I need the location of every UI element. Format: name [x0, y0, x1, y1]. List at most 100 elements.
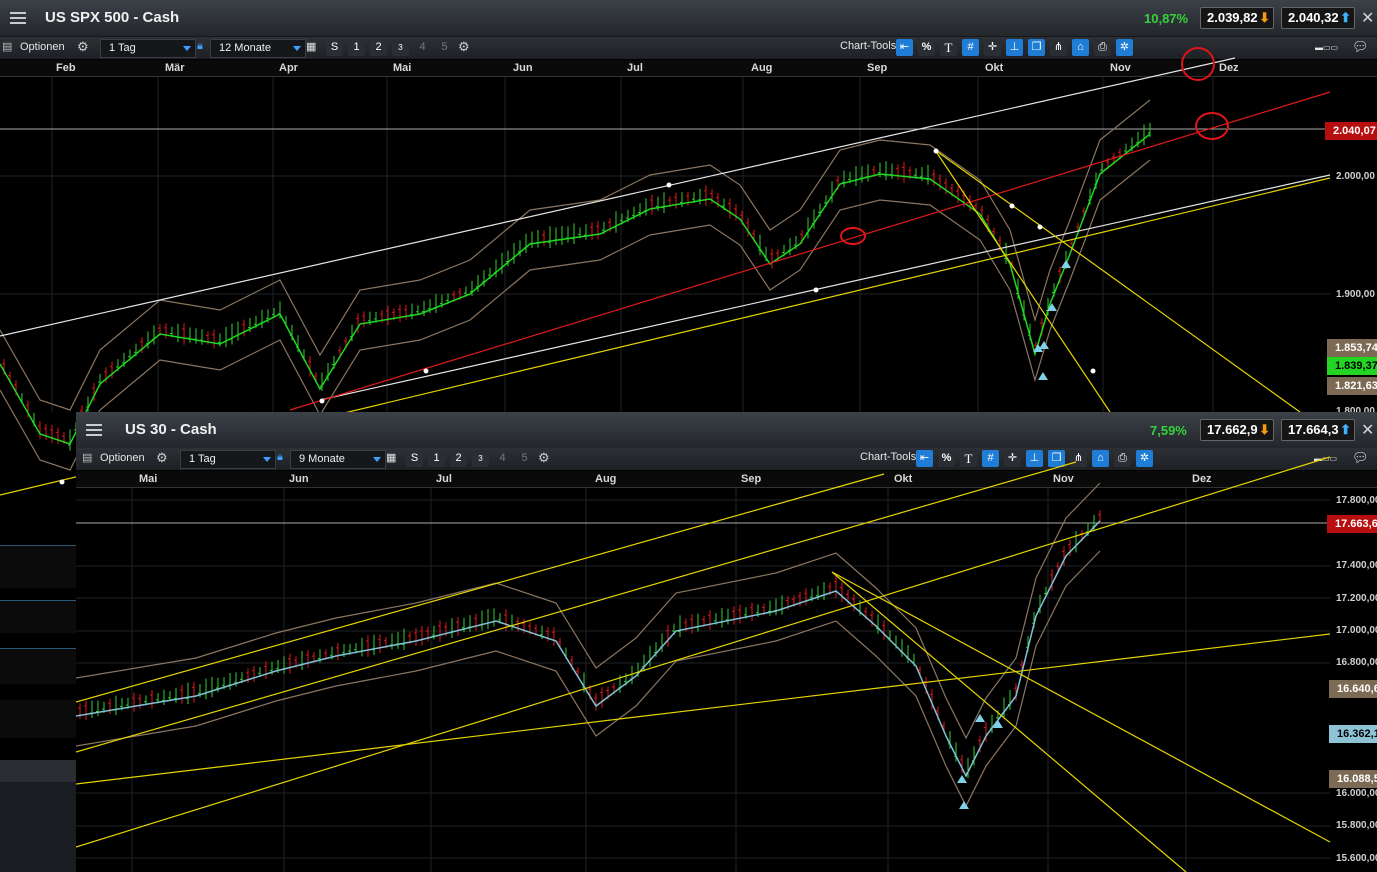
indicator-icon[interactable]: ⋔	[1050, 39, 1067, 56]
gear-icon[interactable]: ⚙	[156, 451, 170, 465]
minimize-icon[interactable]: ▬▭▭	[1314, 454, 1337, 463]
gear-icon[interactable]: ⚙	[458, 40, 472, 54]
layout-s-button[interactable]: S	[406, 450, 423, 467]
spx-current-price-tag: 2.040,07	[1325, 122, 1377, 140]
indicator-icon[interactable]: ⋔	[1070, 450, 1087, 467]
grid-icon[interactable]: #	[962, 39, 979, 56]
chevron-down-icon	[263, 457, 271, 462]
print-icon[interactable]: ⎙	[1094, 39, 1111, 56]
lock-icon[interactable]: 🔒︎	[197, 40, 203, 53]
layout-4-button[interactable]: 4	[494, 450, 511, 467]
bollinger-band-line	[76, 550, 1101, 808]
print-icon[interactable]: ⎙	[1114, 450, 1131, 467]
layout-3-button[interactable]: 3	[392, 39, 409, 56]
layout-2-button[interactable]: 2	[450, 450, 467, 467]
minimize-icon[interactable]: ▬▭▭	[1315, 43, 1338, 52]
dow-title-bar: US 30 - Cash 7,59% 17.662,9 ⬇ 17.664,3 ⬆ ✕	[76, 412, 1377, 449]
back-arrow-icon[interactable]: ⇤	[896, 39, 913, 56]
tag-icon[interactable]: ⌂	[1092, 450, 1109, 467]
chevron-down-icon	[293, 46, 301, 51]
trend-line	[76, 473, 885, 703]
layout-1-button[interactable]: 1	[348, 39, 365, 56]
windows-icon[interactable]: ❐	[1028, 39, 1045, 56]
back-arrow-icon[interactable]: ⇤	[916, 450, 933, 467]
spx-month-axis: Feb Mär Apr Mai Jun Jul Aug Sep Okt Nov …	[0, 60, 1377, 77]
crosshair-icon[interactable]: ✛	[1004, 450, 1021, 467]
spx-title: US SPX 500 - Cash	[45, 9, 180, 26]
spx-interval-select[interactable]: 1 Tag	[100, 39, 196, 58]
settings-icon[interactable]: ✲	[1136, 450, 1153, 467]
layout-3-button[interactable]: 3	[472, 450, 489, 467]
indicator-panel-2	[0, 600, 76, 633]
candle-icon[interactable]: ⊥	[1006, 39, 1023, 56]
layout-s-button[interactable]: S	[326, 39, 343, 56]
calendar-icon[interactable]: ▦	[306, 40, 316, 53]
signal-marker-icon	[1038, 372, 1048, 380]
month-label: Apr	[279, 62, 298, 74]
text-tool-button[interactable]: T	[940, 39, 957, 56]
layout-5-button[interactable]: 5	[516, 450, 533, 467]
chat-icon[interactable]: 💬︎	[1352, 39, 1369, 55]
y-tick-label: 17.800,00	[1336, 495, 1377, 506]
settings-icon[interactable]: ✲	[1116, 39, 1133, 56]
calendar-icon[interactable]: ▦	[386, 451, 396, 464]
annotation-circle	[840, 227, 866, 245]
layout-2-button[interactable]: 2	[370, 39, 387, 56]
dow-ma-tag: 16.362,1	[1329, 725, 1377, 743]
chat-icon[interactable]: 💬︎	[1352, 450, 1369, 466]
trend-line	[76, 456, 1331, 848]
percent-button[interactable]: %	[918, 39, 935, 56]
gear-icon[interactable]: ⚙	[77, 40, 91, 54]
dow-bid-price[interactable]: 17.662,9 ⬇	[1200, 419, 1274, 441]
spx-range-select[interactable]: 12 Monate	[210, 39, 306, 58]
dow-interval-value: 1 Tag	[189, 453, 216, 465]
spx-bid-price[interactable]: 2.039,82 ⬇	[1200, 7, 1274, 29]
spx-ask-price[interactable]: 2.040,32 ⬆	[1281, 7, 1355, 29]
lock-icon[interactable]: 🔒︎	[277, 451, 283, 464]
trend-anchor-dot	[59, 479, 65, 485]
dow-ask-price[interactable]: 17.664,3 ⬆	[1281, 419, 1355, 441]
close-icon[interactable]: ✕	[1361, 8, 1374, 28]
y-tick-label: 17.200,00	[1336, 593, 1377, 604]
candle-icon[interactable]: ⊥	[1026, 450, 1043, 467]
grid-icon[interactable]: #	[982, 450, 999, 467]
spx-change-pct: 10,87%	[1144, 11, 1189, 26]
indicator-panel-1	[0, 545, 76, 588]
trend-line	[934, 149, 1111, 413]
y-tick-label: 1.900,00	[1336, 289, 1375, 300]
dow-change-pct: 7,59%	[1150, 423, 1187, 438]
dow-options-label[interactable]: Optionen	[100, 452, 145, 464]
close-icon[interactable]: ✕	[1361, 420, 1374, 440]
text-tool-button[interactable]: T	[960, 450, 977, 467]
layout-4-button[interactable]: 4	[414, 39, 431, 56]
indicator-panel-3	[0, 648, 76, 684]
layout-1-button[interactable]: 1	[428, 450, 445, 467]
month-label: Dez	[1192, 473, 1212, 485]
options-icon[interactable]: ▤	[2, 40, 12, 53]
dow-month-axis: Mai Jun Jul Aug Sep Okt Nov Dez	[76, 471, 1377, 488]
crosshair-icon[interactable]: ✛	[984, 39, 1001, 56]
trend-anchor-dot	[1090, 368, 1096, 374]
dow-menu-icon[interactable]	[82, 419, 106, 441]
dow-chart-window: US 30 - Cash 7,59% 17.662,9 ⬇ 17.664,3 ⬆ ✕…	[76, 412, 1377, 872]
windows-icon[interactable]: ❐	[1048, 450, 1065, 467]
spx-menu-icon[interactable]	[6, 7, 30, 29]
y-tick-label: 17.400,00	[1336, 560, 1377, 571]
gear-icon[interactable]: ⚙	[538, 451, 552, 465]
layout-5-button[interactable]: 5	[436, 39, 453, 56]
spx-options-label[interactable]: Optionen	[20, 41, 65, 53]
month-label: Mär	[165, 62, 185, 74]
tag-icon[interactable]: ⌂	[1072, 39, 1089, 56]
options-icon[interactable]: ▤	[82, 451, 92, 464]
annotation-circle	[1195, 112, 1229, 140]
month-label: Aug	[595, 473, 617, 485]
dow-interval-select[interactable]: 1 Tag	[180, 450, 276, 469]
trend-line	[934, 149, 1301, 413]
spx-bid-value: 2.039,82	[1207, 10, 1258, 25]
dow-bollinger-upper-tag: 16.640,6	[1329, 680, 1377, 698]
signal-marker-icon	[1061, 260, 1071, 268]
trend-anchor-dot	[1037, 224, 1043, 230]
dow-range-select[interactable]: 9 Monate	[290, 450, 386, 469]
percent-button[interactable]: %	[938, 450, 955, 467]
spx-ask-value: 2.040,32	[1288, 10, 1339, 25]
